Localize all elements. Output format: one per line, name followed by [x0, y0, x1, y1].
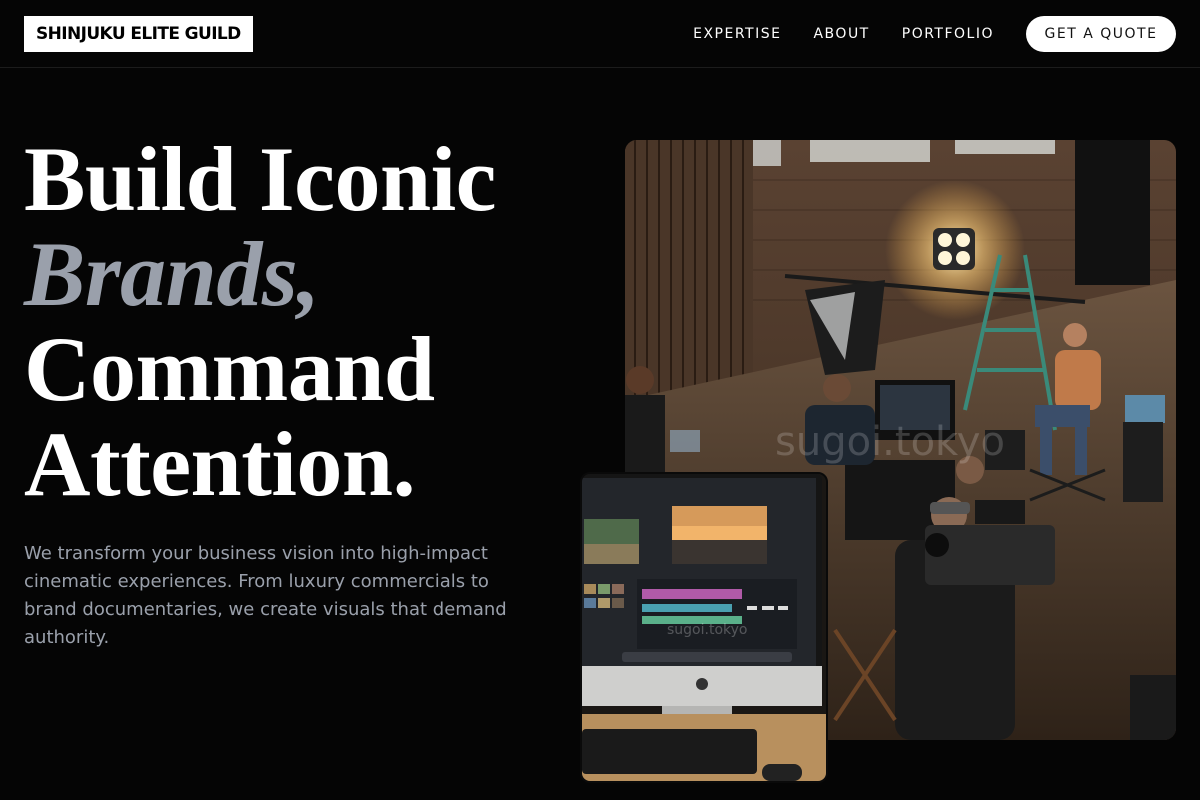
headline-line-2: Brands, [24, 223, 320, 325]
nav-link-about[interactable]: ABOUT [813, 26, 869, 42]
get-a-quote-button[interactable]: GET A QUOTE [1026, 16, 1176, 52]
hero-headline: Build Iconic Brands, Command Attention. [24, 128, 497, 515]
headline-line-1: Build Iconic [24, 128, 497, 230]
main-watermark: sugoi.tokyo [775, 419, 1005, 465]
editing-suite-photo: sugoi.tokyo [580, 472, 828, 783]
site-logo[interactable]: SHINJUKU ELITE GUILD [24, 16, 253, 52]
headline-line-3: Command [24, 318, 435, 420]
site-header: SHINJUKU ELITE GUILD EXPERTISE ABOUT POR… [0, 0, 1200, 68]
inset-watermark: sugoi.tokyo [667, 622, 747, 638]
main-nav: EXPERTISE ABOUT PORTFOLIO GET A QUOTE [693, 0, 1176, 68]
headline-line-4: Attention. [24, 413, 416, 515]
nav-link-portfolio[interactable]: PORTFOLIO [902, 26, 994, 42]
hero-description: We transform your business vision into h… [24, 543, 507, 648]
editing-suite-illustration: sugoi.tokyo [582, 474, 826, 781]
nav-link-expertise[interactable]: EXPERTISE [693, 26, 781, 42]
